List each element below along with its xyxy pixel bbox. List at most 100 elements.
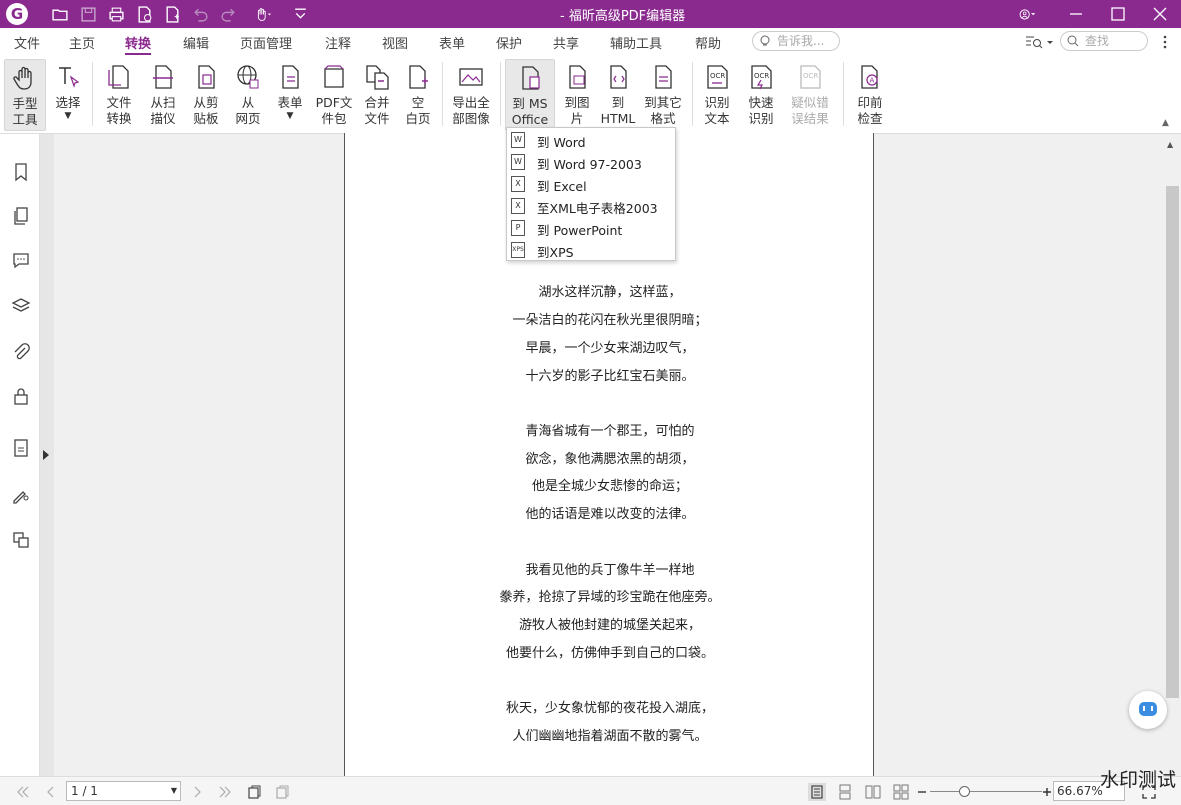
select-button[interactable]: 选择 ▼ — [49, 59, 87, 131]
last-page-icon[interactable] — [216, 783, 234, 801]
dropdown-label: 到 Word 97-2003 — [537, 157, 642, 172]
to-ms-office-button[interactable]: 到 MS Office — [505, 59, 555, 131]
ribbon-separator — [442, 62, 443, 126]
next-page-icon[interactable] — [188, 783, 206, 801]
first-page-icon[interactable] — [14, 783, 32, 801]
menu-edit[interactable]: 编辑 — [183, 33, 209, 52]
combine-files-button[interactable]: 合并 文件 — [358, 59, 396, 131]
rotate-view-icon[interactable] — [245, 783, 263, 801]
tell-me-input[interactable]: 告诉我... — [752, 31, 840, 51]
maximize-button[interactable] — [1098, 0, 1138, 28]
compare-icon[interactable] — [10, 529, 32, 551]
menu-organize[interactable]: 页面管理 — [240, 33, 292, 52]
globe-icon — [237, 65, 259, 89]
export-images-button[interactable]: 导出全 部图像 — [447, 59, 495, 131]
page-dropdown-arrow-icon: ▼ — [170, 786, 177, 795]
tell-me-placeholder: 告诉我... — [777, 34, 825, 48]
undo-icon[interactable] — [190, 4, 210, 24]
from-clipboard-button[interactable]: 从剪 贴板 — [186, 59, 226, 131]
pages-icon[interactable] — [10, 205, 32, 227]
to-word-97-item[interactable]: W 到 Word 97-2003 — [507, 151, 675, 173]
scrollbar-thumb[interactable] — [1166, 186, 1179, 698]
content-icon[interactable] — [10, 437, 32, 459]
dropdown-label: 至XML电子表格2003 — [537, 201, 658, 216]
create-icon[interactable] — [162, 4, 182, 24]
to-xps-item[interactable]: XPS 到XPS — [507, 239, 675, 261]
quick-ocr-button[interactable]: OCR 快速 识别 — [741, 59, 781, 131]
to-xml-spreadsheet-item[interactable]: X 至XML电子表格2003 — [507, 195, 675, 217]
redo-icon[interactable] — [218, 4, 238, 24]
ribbon-separator — [500, 62, 501, 126]
menu-form[interactable]: 表单 — [439, 33, 465, 52]
security-lock-icon[interactable] — [10, 385, 32, 407]
to-html-label: 到 HTML — [600, 95, 636, 126]
to-excel-item[interactable]: X 到 Excel — [507, 173, 675, 195]
account-icon[interactable] — [1010, 4, 1044, 24]
preflight-button[interactable]: A 印前 检查 — [850, 59, 890, 131]
more-options-icon[interactable] — [1160, 34, 1170, 50]
single-page-view-icon[interactable] — [808, 783, 826, 801]
menu-home[interactable]: 主页 — [69, 33, 95, 52]
collapse-ribbon-icon[interactable]: ▲ — [1162, 118, 1174, 128]
save-icon[interactable] — [78, 4, 98, 24]
hand-tool-button[interactable]: 手型 工具 — [4, 59, 46, 131]
assistant-chat-button[interactable] — [1129, 691, 1167, 729]
continuous-facing-view-icon[interactable] — [892, 783, 910, 801]
search-input[interactable]: 查找 — [1060, 31, 1148, 51]
powerpoint-file-icon: P — [511, 220, 525, 236]
poem-line: 游牧人被他封建的城堡关起来， — [518, 618, 701, 633]
menu-accessibility[interactable]: 辅助工具 — [610, 33, 662, 52]
expand-panel-arrow-icon[interactable] — [43, 450, 49, 460]
comments-icon[interactable] — [10, 249, 32, 271]
zoom-slider[interactable] — [930, 791, 1042, 792]
lightbulb-icon — [760, 35, 770, 46]
layers-icon[interactable] — [10, 295, 32, 317]
form-button[interactable]: 表单 ▼ — [271, 59, 309, 131]
to-word-item[interactable]: W 到 Word — [507, 129, 675, 151]
foxit-logo-icon[interactable]: G — [6, 3, 28, 25]
attachment-icon[interactable] — [10, 341, 32, 363]
to-powerpoint-item[interactable]: P 到 PowerPoint — [507, 217, 675, 239]
svg-text:A: A — [870, 77, 875, 85]
open-icon[interactable] — [50, 4, 70, 24]
file-convert-button[interactable]: 文件 转换 — [97, 59, 141, 131]
blank-page-button[interactable]: 空 白页 — [400, 59, 436, 131]
dropdown-label: 到XPS — [537, 245, 574, 260]
ocr-text-button[interactable]: OCR 识别 文本 — [697, 59, 737, 131]
from-web-button[interactable]: 从 网页 — [229, 59, 267, 131]
customize-dropdown-icon[interactable] — [290, 4, 310, 24]
to-other-formats-button[interactable]: 到其它 格式 — [640, 59, 686, 131]
new-doc-icon[interactable] — [134, 4, 154, 24]
continuous-view-icon[interactable] — [836, 783, 854, 801]
print-icon[interactable] — [106, 4, 126, 24]
signature-icon[interactable] — [10, 483, 32, 505]
suspect-results-button[interactable]: OCR 疑似错 误结果 — [785, 59, 835, 131]
quick-ocr-label: 快速 识别 — [748, 95, 774, 126]
page-number-input[interactable]: 1 / 1 ▼ — [66, 781, 181, 801]
menu-view[interactable]: 视图 — [382, 33, 408, 52]
menu-protect[interactable]: 保护 — [496, 33, 522, 52]
menu-convert[interactable]: 转换 — [125, 33, 152, 55]
previous-page-icon[interactable] — [42, 783, 60, 801]
extract-pages-icon[interactable] — [273, 783, 291, 801]
search-options-icon[interactable] — [1024, 33, 1056, 51]
to-image-button[interactable]: 到图 片 — [558, 59, 596, 131]
minimize-button[interactable] — [1056, 0, 1096, 28]
menu-file[interactable]: 文件 — [14, 33, 40, 52]
menu-help[interactable]: 帮助 — [695, 33, 721, 52]
combine-files-label: 合并 文件 — [364, 95, 390, 126]
menu-comment[interactable]: 注释 — [325, 33, 351, 52]
svg-text:OCR: OCR — [754, 72, 769, 80]
scroll-up-icon[interactable]: ▲ — [1167, 140, 1173, 149]
facing-view-icon[interactable] — [864, 783, 882, 801]
pdf-package-button[interactable]: PDF文 件包 — [312, 59, 356, 131]
bookmark-icon[interactable] — [10, 161, 32, 183]
zoom-out-icon[interactable] — [913, 783, 931, 801]
close-button[interactable] — [1140, 0, 1180, 28]
from-scanner-button[interactable]: 从扫 描仪 — [143, 59, 183, 131]
to-html-button[interactable]: 到 HTML — [600, 59, 636, 131]
hand-tool-quick-icon[interactable] — [250, 4, 276, 24]
blank-page-icon — [409, 65, 428, 89]
zoom-slider-knob[interactable] — [959, 786, 970, 797]
menu-share[interactable]: 共享 — [553, 33, 579, 52]
